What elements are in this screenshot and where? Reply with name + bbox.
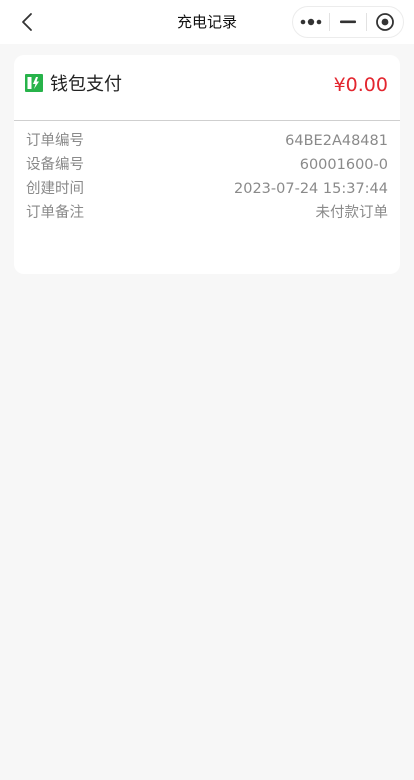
minimize-button[interactable] bbox=[330, 7, 366, 37]
order-card: 钱包支付 ¥0.00 订单编号 64BE2A48481 设备编号 6000160… bbox=[14, 55, 400, 274]
created-time-row: 创建时间 2023-07-24 15:37:44 bbox=[26, 177, 388, 201]
battery-charge-icon bbox=[25, 74, 43, 92]
more-button[interactable] bbox=[293, 7, 329, 37]
card-divider bbox=[14, 120, 400, 121]
order-remark-row: 订单备注 未付款订单 bbox=[26, 201, 388, 225]
order-number-label: 订单编号 bbox=[26, 133, 84, 149]
mini-program-capsule bbox=[292, 6, 404, 38]
created-time-value: 2023-07-24 15:37:44 bbox=[234, 181, 388, 197]
order-remark-value: 未付款订单 bbox=[315, 205, 389, 221]
order-number-row: 订单编号 64BE2A48481 bbox=[26, 129, 388, 153]
device-number-row: 设备编号 60001600-0 bbox=[26, 153, 388, 177]
close-button[interactable] bbox=[367, 7, 403, 37]
order-card-header: 钱包支付 ¥0.00 bbox=[14, 55, 400, 119]
order-remark-label: 订单备注 bbox=[26, 205, 84, 221]
created-time-label: 创建时间 bbox=[26, 181, 84, 197]
navigation-bar: 充电记录 bbox=[0, 0, 414, 44]
device-number-value: 60001600-0 bbox=[299, 157, 388, 173]
device-number-label: 设备编号 bbox=[26, 157, 84, 173]
close-target-icon bbox=[376, 13, 394, 31]
payment-method: 钱包支付 bbox=[50, 74, 122, 95]
minimize-icon bbox=[340, 20, 356, 24]
more-dots-icon bbox=[300, 18, 322, 26]
order-number-value: 64BE2A48481 bbox=[285, 133, 388, 149]
order-amount: ¥0.00 bbox=[333, 74, 388, 96]
order-info-list: 订单编号 64BE2A48481 设备编号 60001600-0 创建时间 20… bbox=[26, 129, 388, 225]
